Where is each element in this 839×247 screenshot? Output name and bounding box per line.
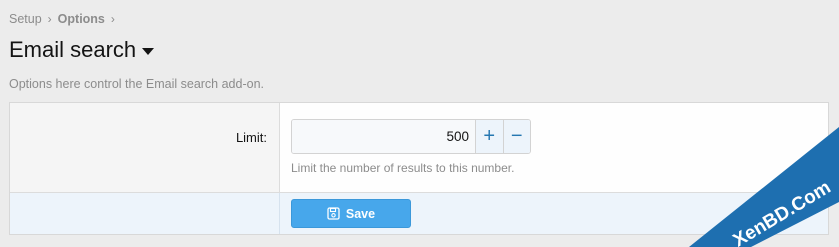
submit-label-column [10, 193, 280, 234]
save-label: Save [345, 206, 376, 221]
breadcrumb-separator: › [47, 12, 52, 26]
increment-button[interactable]: + [475, 120, 503, 153]
decrement-button[interactable]: − [502, 120, 530, 153]
page-title[interactable]: Email search [9, 37, 155, 63]
limit-row: Limit: + − Limit the number of results t… [10, 103, 828, 193]
options-form: Limit: + − Limit the number of results t… [9, 102, 829, 235]
save-button[interactable]: Save [291, 199, 411, 228]
limit-label: Limit: [235, 130, 267, 145]
limit-input[interactable] [292, 120, 475, 153]
page-description: Options here control the Email search ad… [9, 77, 264, 91]
limit-stepper: + − [291, 119, 531, 154]
row-label-column: Limit: [10, 103, 280, 192]
breadcrumb: Setup › Options › [9, 12, 121, 26]
page-title-text: Email search [9, 37, 137, 62]
breadcrumb-options[interactable]: Options [58, 12, 105, 26]
caret-down-icon[interactable] [142, 47, 155, 55]
minus-icon: − [510, 125, 523, 147]
breadcrumb-separator: › [110, 12, 115, 26]
limit-hint: Limit the number of results to this numb… [291, 161, 515, 175]
breadcrumb-setup[interactable]: Setup [9, 12, 42, 26]
submit-row: Save [10, 193, 828, 234]
plus-icon: + [483, 125, 496, 147]
floppy-disk-icon [327, 207, 340, 220]
